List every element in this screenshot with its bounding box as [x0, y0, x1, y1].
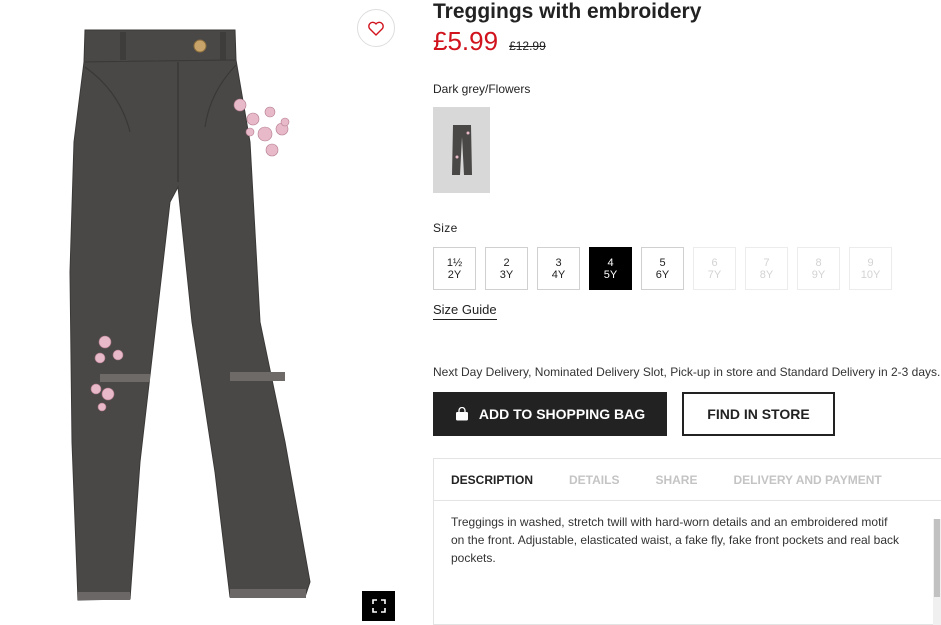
- delivery-note: Next Day Delivery, Nominated Delivery Sl…: [433, 365, 941, 379]
- tab-share[interactable]: SHARE: [655, 473, 697, 487]
- product-details: Treggings with embroidery £5.99 £12.99 D…: [433, 0, 941, 625]
- size-label: Size: [433, 221, 458, 235]
- product-image: [69, 29, 311, 601]
- tab-details[interactable]: DETAILS: [569, 473, 619, 487]
- size-guide-link[interactable]: Size Guide: [433, 302, 497, 320]
- add-to-bag-button[interactable]: ADD TO SHOPPING BAG: [433, 392, 667, 436]
- size-option-unavailable[interactable]: 9 10Y: [849, 247, 892, 290]
- tab-description[interactable]: DESCRIPTION: [451, 473, 533, 487]
- scrollbar[interactable]: [933, 519, 941, 625]
- color-swatch[interactable]: [433, 107, 490, 193]
- size-selector: 1½ 2Y 2 3Y 3 4Y 4 5Y 5 6Y 6 7Y 7 8Y 8 9Y: [433, 247, 892, 290]
- find-in-store-button[interactable]: FIND IN STORE: [682, 392, 835, 436]
- original-price: £12.99: [509, 39, 546, 53]
- favorite-button[interactable]: [357, 9, 395, 47]
- expand-icon: [371, 599, 386, 613]
- description-text: Treggings in washed, stretch twill with …: [451, 515, 900, 565]
- product-media: [0, 0, 415, 625]
- fullscreen-button[interactable]: [362, 591, 395, 621]
- size-option[interactable]: 1½ 2Y: [433, 247, 476, 290]
- tab-delivery-payment[interactable]: DELIVERY AND PAYMENT: [733, 473, 881, 487]
- color-name: Dark grey/Flowers: [433, 82, 531, 96]
- product-info-panel: DESCRIPTION DETAILS SHARE DELIVERY AND P…: [433, 458, 941, 625]
- size-option[interactable]: 5 6Y: [641, 247, 684, 290]
- scrollbar-thumb[interactable]: [934, 519, 940, 597]
- product-title: Treggings with embroidery: [433, 0, 702, 23]
- price-row: £5.99 £12.99: [433, 26, 546, 57]
- size-option[interactable]: 3 4Y: [537, 247, 580, 290]
- info-tabs: DESCRIPTION DETAILS SHARE DELIVERY AND P…: [434, 459, 941, 501]
- size-option-unavailable[interactable]: 8 9Y: [797, 247, 840, 290]
- swatch-thumbnail: [451, 125, 472, 175]
- heart-icon: [368, 21, 384, 36]
- size-option-unavailable[interactable]: 7 8Y: [745, 247, 788, 290]
- sale-price: £5.99: [433, 26, 499, 56]
- shopping-bag-icon: [455, 407, 468, 421]
- size-option-unavailable[interactable]: 6 7Y: [693, 247, 736, 290]
- add-to-bag-label: ADD TO SHOPPING BAG: [478, 406, 646, 422]
- size-option-selected[interactable]: 4 5Y: [589, 247, 632, 290]
- size-option[interactable]: 2 3Y: [485, 247, 528, 290]
